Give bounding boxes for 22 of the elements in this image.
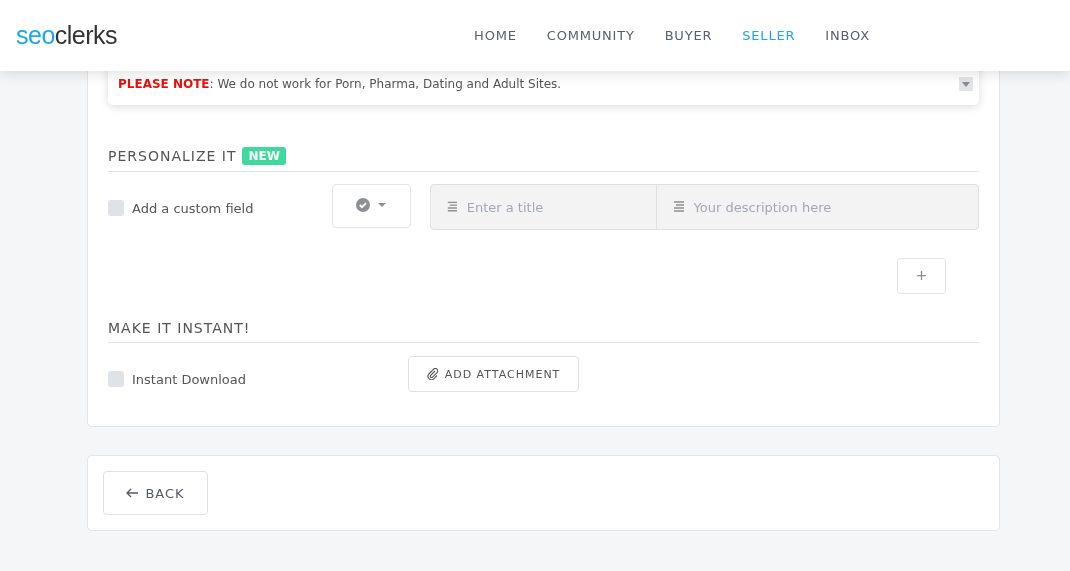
section-heading: MAKE IT INSTANT! (108, 320, 251, 336)
checkbox-label: Add a custom field (132, 200, 254, 216)
nav-link[interactable]: HOME (474, 28, 517, 43)
logo[interactable]: seoclerks (16, 21, 118, 50)
nav-link[interactable]: INBOX (825, 28, 870, 43)
paperclip-icon (426, 368, 439, 380)
icon-dropdown[interactable] (331, 184, 411, 228)
note-text: PLEASE NOTE: We do not work for Porn, Pharma, Dating and Adult Sites. (118, 77, 562, 91)
new-badge: NEW (242, 147, 286, 165)
arrow-left-icon (126, 488, 140, 498)
nav-link[interactable]: COMMUNITY (546, 28, 635, 43)
nav-link[interactable]: BUYER (664, 28, 713, 43)
checkbox[interactable] (108, 371, 124, 387)
section-heading: PERSONALIZE IT (108, 148, 237, 164)
back-button[interactable]: BACK (103, 471, 208, 515)
add-attachment-button[interactable]: ADD ATTACHMENT (408, 356, 579, 392)
title-field[interactable]: Enter a title (464, 198, 656, 216)
check-circle-icon (356, 197, 387, 212)
checkbox[interactable] (108, 200, 124, 216)
checkbox-label: Instant Download (132, 371, 246, 387)
scroll-down-icon[interactable] (959, 77, 973, 91)
description-field[interactable]: Your description here (691, 198, 896, 216)
